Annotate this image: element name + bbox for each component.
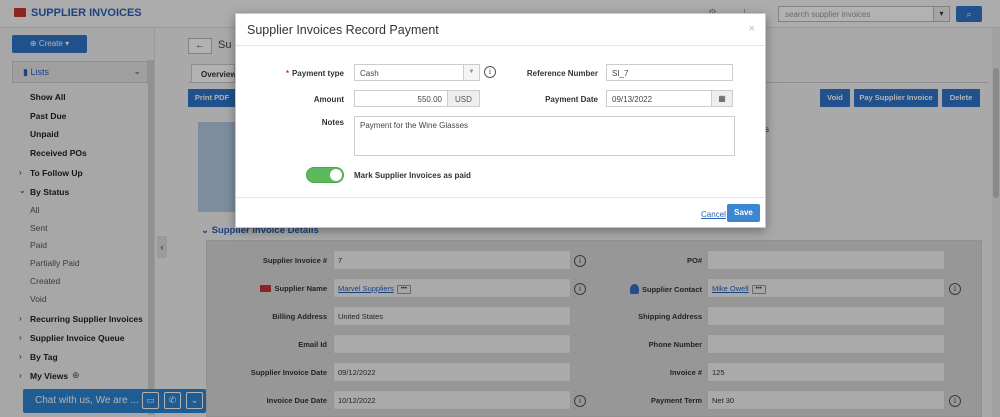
payment-type-value: Cash — [360, 69, 379, 78]
payment-type-label: * Payment type — [256, 69, 344, 78]
payment-date-label: Payment Date — [545, 95, 598, 104]
reference-number-label: Reference Number — [526, 69, 598, 78]
reference-number-input[interactable]: SI_7 — [606, 64, 733, 81]
amount-label: Amount — [313, 95, 344, 104]
close-icon[interactable]: × — [749, 23, 755, 35]
payment-type-label-text: Payment type — [291, 69, 344, 78]
amount-input[interactable]: 550.00 — [354, 90, 448, 107]
mark-paid-label: Mark Supplier Invoices as paid — [354, 171, 471, 180]
modal-header-divider — [236, 45, 765, 46]
mark-paid-toggle[interactable] — [306, 167, 344, 183]
required-marker: * — [285, 69, 289, 78]
chevron-down-icon: ▼ — [463, 65, 479, 80]
currency-addon: USD — [447, 90, 480, 107]
info-icon[interactable]: i — [484, 66, 496, 78]
payment-type-select[interactable]: Cash ▼ — [354, 64, 480, 81]
notes-textarea[interactable]: Payment for the Wine Glasses — [354, 116, 735, 156]
modal-footer-divider — [236, 197, 765, 198]
toggle-knob — [330, 169, 342, 181]
record-payment-modal: Supplier Invoices Record Payment × * Paym… — [235, 13, 766, 228]
notes-label: Notes — [321, 118, 344, 127]
calendar-icon[interactable]: ▦ — [711, 90, 733, 107]
cancel-link[interactable]: Cancel — [701, 210, 726, 219]
modal-title: Supplier Invoices Record Payment — [247, 23, 439, 37]
save-button[interactable]: Save — [727, 204, 760, 222]
payment-date-input[interactable]: 09/13/2022 — [606, 90, 712, 107]
